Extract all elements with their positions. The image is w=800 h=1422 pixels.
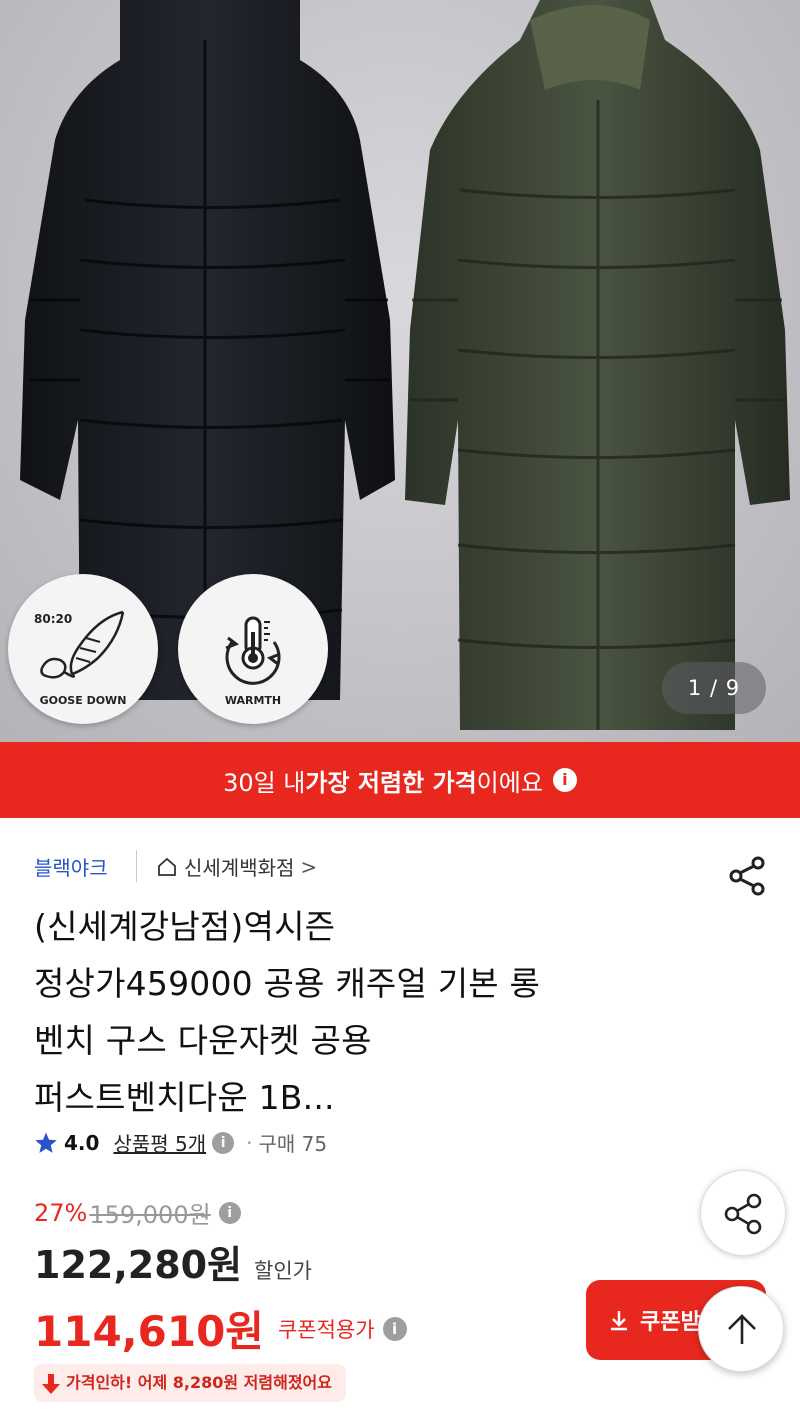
store-name: 신세계백화점	[184, 856, 295, 880]
original-price: 159,000원	[89, 1201, 211, 1229]
info-icon[interactable]: i	[218, 1201, 241, 1224]
share-icon	[724, 1193, 762, 1235]
warmth-badge: WARMTH	[178, 574, 328, 724]
rating-score: 4.0	[64, 1130, 100, 1155]
brand-link[interactable]: 블랙야크	[34, 852, 108, 881]
share-icon	[729, 856, 765, 896]
coupon-price-label: 쿠폰적용가	[277, 1317, 375, 1342]
banner-text-post: 이에요	[476, 768, 543, 797]
thermometer-icon	[225, 616, 281, 685]
price-drop-text: 가격인하! 어제 8,280원 저렴해졌어요	[66, 1373, 332, 1392]
store-link[interactable]: 신세계백화점 >	[156, 852, 317, 881]
share-button[interactable]	[726, 856, 770, 896]
title-line: (신세계강남점)역시즌	[34, 907, 336, 946]
scroll-to-top-button[interactable]	[698, 1286, 784, 1372]
discount-row: 27% 159,000원 i	[34, 1195, 241, 1230]
title-line: 정상가459000 공용 캐주얼 기본 롱	[34, 964, 541, 1003]
discount-percent: 27%	[34, 1198, 88, 1227]
price-drop-notice: 가격인하! 어제 8,280원 저렴해졌어요	[34, 1364, 346, 1402]
coupon-price-row: 114,610원 쿠폰적용가 i	[34, 1298, 407, 1359]
separator-dot: ·	[246, 1130, 253, 1155]
info-icon[interactable]: i	[382, 1316, 407, 1341]
banner-text-pre: 30일 내	[223, 768, 306, 797]
goose-down-label: GOOSE DOWN	[39, 694, 127, 707]
floating-share-button[interactable]	[700, 1170, 786, 1256]
sale-price-label: 할인가	[254, 1259, 313, 1283]
arrow-down-icon	[42, 1374, 60, 1394]
download-icon	[611, 1311, 627, 1331]
title-line: 벤치 구스 다운자켓 공용	[34, 1021, 372, 1060]
get-coupon-label: 쿠폰받	[640, 1310, 701, 1335]
product-title: (신세계강남점)역시즌 정상가459000 공용 캐주얼 기본 롱 벤치 구스 …	[34, 898, 734, 1126]
purchase-count: 구매 75	[258, 1132, 328, 1156]
info-icon[interactable]: i	[212, 1131, 235, 1154]
image-counter: 1 / 9	[662, 662, 766, 714]
star-icon	[35, 1132, 57, 1153]
info-icon[interactable]: i	[552, 768, 577, 792]
product-image-gallery[interactable]: 80:20 GOOSE DOWN WARMTH 1 / 9	[0, 0, 800, 742]
sale-price-row: 122,280원 할인가	[34, 1234, 312, 1289]
lowest-price-banner[interactable]: 30일 내 가장 저렴한 가격 이에요 i	[0, 742, 800, 818]
warmth-label: WARMTH	[224, 694, 282, 707]
title-line: 퍼스트벤치다운 1B...	[34, 1078, 335, 1117]
goose-down-badge: 80:20 GOOSE DOWN	[8, 574, 158, 724]
banner-text-bold: 가장 저렴한 가격	[305, 768, 477, 797]
divider	[136, 850, 137, 882]
arrow-up-icon	[728, 1314, 756, 1344]
reviews-link[interactable]: 상품평 5개	[113, 1128, 206, 1157]
chevron-right-icon: >	[300, 854, 318, 879]
rating-row: 4.0 상품평 5개 i · 구매 75	[34, 1128, 327, 1157]
sale-price: 122,280원	[34, 1243, 243, 1287]
home-icon	[158, 857, 176, 876]
coupon-price: 114,610원	[34, 1307, 264, 1356]
feather-icon	[40, 610, 125, 679]
